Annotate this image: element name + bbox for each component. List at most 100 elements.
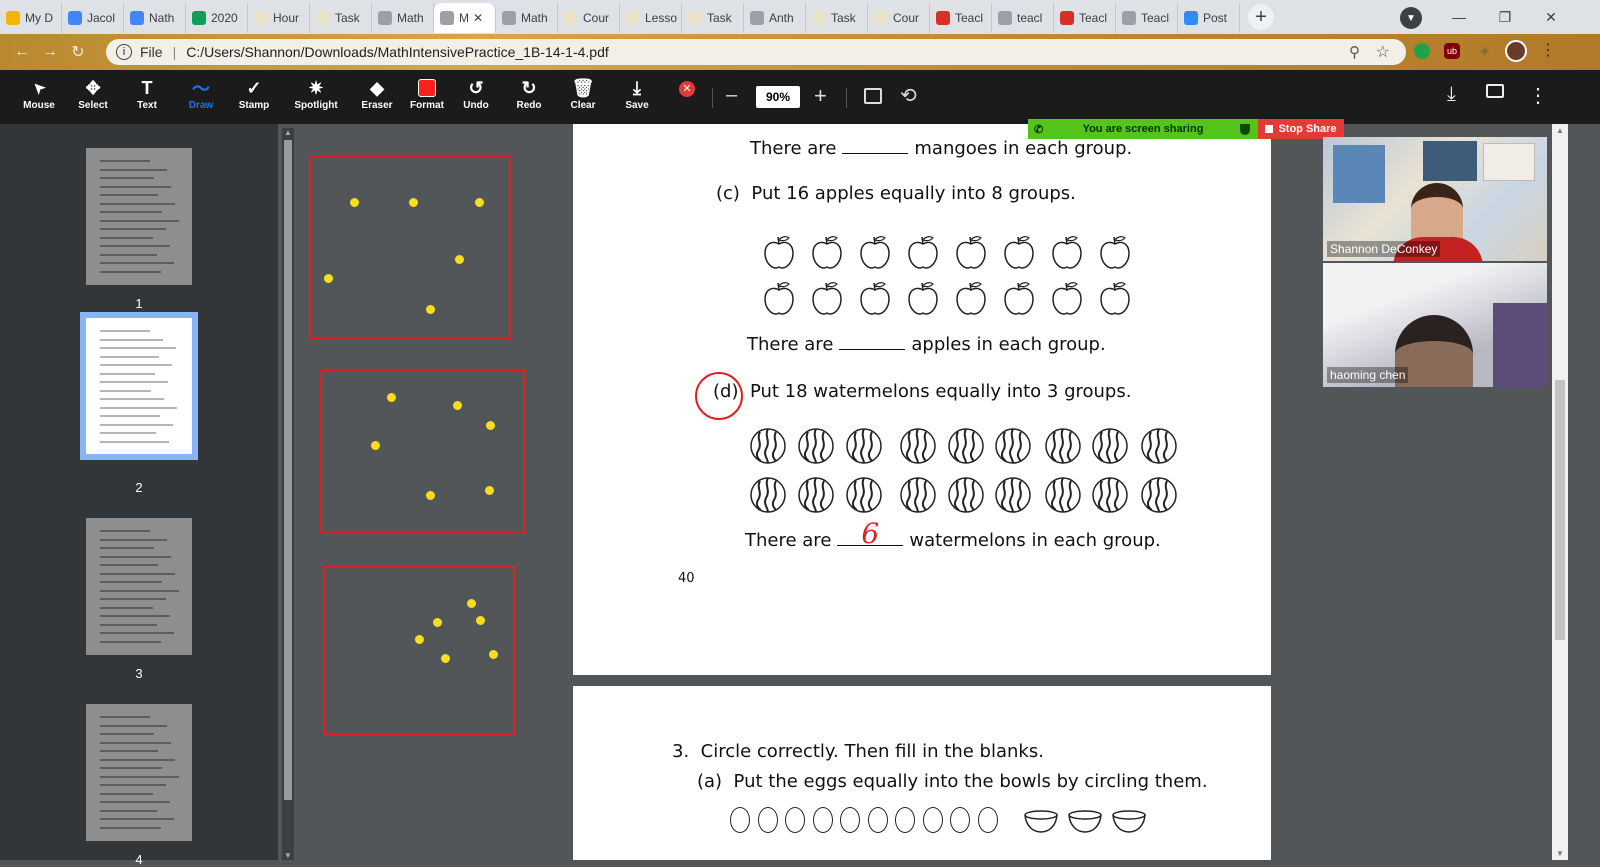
tool-select[interactable]: ✥ Select [67, 76, 119, 120]
browser-tab[interactable]: M ✕ [434, 3, 496, 33]
page-thumbnail-4[interactable] [86, 704, 192, 841]
rotate-icon[interactable]: ⟲ [900, 83, 917, 108]
watermelon-icon [749, 476, 787, 514]
zoom-level[interactable]: 90% [756, 86, 800, 108]
forward-icon[interactable]: → [36, 38, 64, 66]
dot [426, 305, 435, 314]
scroll-up-icon[interactable]: ▲ [1552, 126, 1568, 135]
thumbnail-line [100, 564, 158, 566]
separator [712, 88, 713, 108]
browser-tab[interactable]: Nath [124, 3, 186, 33]
url-text[interactable]: C:/Users/Shannon/Downloads/MathIntensive… [186, 44, 609, 60]
browser-tab[interactable]: 2020 [186, 3, 248, 33]
browser-tab[interactable]: Cour [868, 3, 930, 33]
thumbnail-line [100, 801, 170, 803]
video-tile-1[interactable]: Shannon DeConkey [1323, 137, 1547, 261]
bookmark-star-icon[interactable]: ☆ [1376, 42, 1390, 62]
omnibox[interactable]: i File | C:/Users/Shannon/Downloads/Math… [106, 39, 1406, 65]
tool-label: Eraser [361, 100, 393, 111]
egg-icon [922, 807, 943, 833]
zoom-in-button[interactable]: + [814, 83, 827, 109]
scroll-thumb[interactable] [284, 140, 292, 800]
page-thumbnail-2[interactable] [80, 312, 198, 460]
extensions-puzzle-icon[interactable]: ✦ [1478, 42, 1491, 62]
tool-eraser[interactable]: ◆ Eraser [351, 76, 403, 120]
more-options-icon[interactable]: ⋮ [1528, 83, 1548, 108]
restore-icon[interactable]: ❐ [1482, 0, 1528, 34]
tab-label: Teacl [1079, 11, 1108, 25]
tool-redo[interactable]: ↻ Redo [503, 76, 555, 120]
tool-label: Clear [570, 100, 596, 111]
close-annotation-icon[interactable]: ✕ [679, 81, 695, 97]
tool-format[interactable]: Format [401, 76, 453, 120]
page-thumbnail-3[interactable] [86, 518, 192, 655]
video-tile-2[interactable]: haoming chen [1323, 263, 1547, 387]
tab-favicon-icon [1184, 11, 1198, 25]
tool-clear[interactable]: 🗑 Clear [557, 76, 609, 120]
watermelon-icon [1140, 476, 1178, 514]
tool-undo[interactable]: ↺ Undo [450, 76, 502, 120]
tab-label: Post [1203, 11, 1228, 25]
watermelon-icon [1091, 476, 1129, 514]
scroll-down-icon[interactable]: ▼ [1552, 849, 1568, 858]
scroll-down-icon[interactable]: ▼ [282, 851, 294, 860]
back-icon[interactable]: ← [8, 38, 36, 66]
tool-label: Text [137, 100, 157, 111]
profile-avatar[interactable] [1505, 40, 1527, 62]
thumbnail-line [100, 547, 154, 549]
browser-tab[interactable]: Task [310, 3, 372, 33]
poster-art [1483, 143, 1535, 181]
browser-tab[interactable]: Task [682, 3, 744, 33]
thumbnail-line [100, 606, 153, 609]
browser-tab[interactable]: Math [496, 3, 558, 33]
browser-tab[interactable]: Jacol [62, 3, 124, 33]
stop-share-button[interactable]: Stop Share [1258, 119, 1344, 139]
close-window-icon[interactable]: ✕ [1528, 0, 1574, 34]
check-icon: ✓ [246, 77, 262, 98]
browser-tab[interactable]: Teacl [930, 3, 992, 33]
thumbnail-line [100, 733, 154, 735]
zoom-out-button[interactable]: – [726, 84, 737, 107]
tool-save[interactable]: ⤓ Save [611, 76, 663, 120]
sidebar-scrollbar[interactable]: ▲ ▼ [282, 128, 294, 860]
extension-ublock-icon[interactable]: ub [1444, 43, 1460, 59]
tab-search-icon[interactable]: ▼ [1400, 7, 1422, 29]
browser-tab[interactable]: Task [806, 3, 868, 33]
browser-tab[interactable]: Hour [248, 3, 310, 33]
reload-icon[interactable]: ↻ [64, 38, 92, 66]
new-tab-button[interactable]: + [1248, 4, 1274, 30]
browser-tab[interactable]: Lesso [620, 3, 682, 33]
browser-tab[interactable]: Anth [744, 3, 806, 33]
browser-tab[interactable]: Teacl [1116, 3, 1178, 33]
chrome-menu-icon[interactable]: ⋮ [1540, 40, 1556, 60]
download-icon[interactable]: ⤓ [1447, 83, 1456, 106]
page-scrollbar[interactable]: ▲ ▼ [1552, 124, 1568, 860]
dot [350, 198, 359, 207]
page-thumbnail-1[interactable] [86, 148, 192, 285]
browser-tab[interactable]: teacl [992, 3, 1054, 33]
extension-icon[interactable] [1414, 43, 1430, 59]
tool-mouse[interactable]: ➤ Mouse [13, 76, 65, 120]
browser-tab[interactable]: My D [0, 3, 62, 33]
print-icon[interactable] [1486, 84, 1504, 98]
format-icon [418, 76, 436, 100]
apple-icon [1050, 280, 1084, 316]
tab-label: Teacl [1141, 11, 1170, 25]
zoom-lens-icon[interactable]: ⚲ [1349, 43, 1360, 61]
tool-spotlight[interactable]: ✷ Spotlight [290, 76, 342, 120]
tool-draw[interactable]: 〜 Draw [175, 76, 227, 120]
close-tab-icon[interactable]: ✕ [473, 11, 483, 25]
browser-tab[interactable]: Teacl [1054, 3, 1116, 33]
tool-stamp[interactable]: ✓ Stamp [228, 76, 280, 120]
tool-text[interactable]: T Text [121, 76, 173, 120]
browser-tab[interactable]: Cour [558, 3, 620, 33]
scroll-up-icon[interactable]: ▲ [282, 128, 294, 137]
scroll-thumb[interactable] [1555, 380, 1565, 640]
thumbnail-line [100, 623, 157, 626]
browser-tab[interactable]: Post [1178, 3, 1240, 33]
info-icon[interactable]: i [116, 44, 132, 60]
browser-tab[interactable]: Math [372, 3, 434, 33]
fit-page-icon[interactable] [864, 88, 882, 104]
minimize-icon[interactable]: — [1436, 0, 1482, 34]
watermelon-icon [797, 476, 835, 514]
